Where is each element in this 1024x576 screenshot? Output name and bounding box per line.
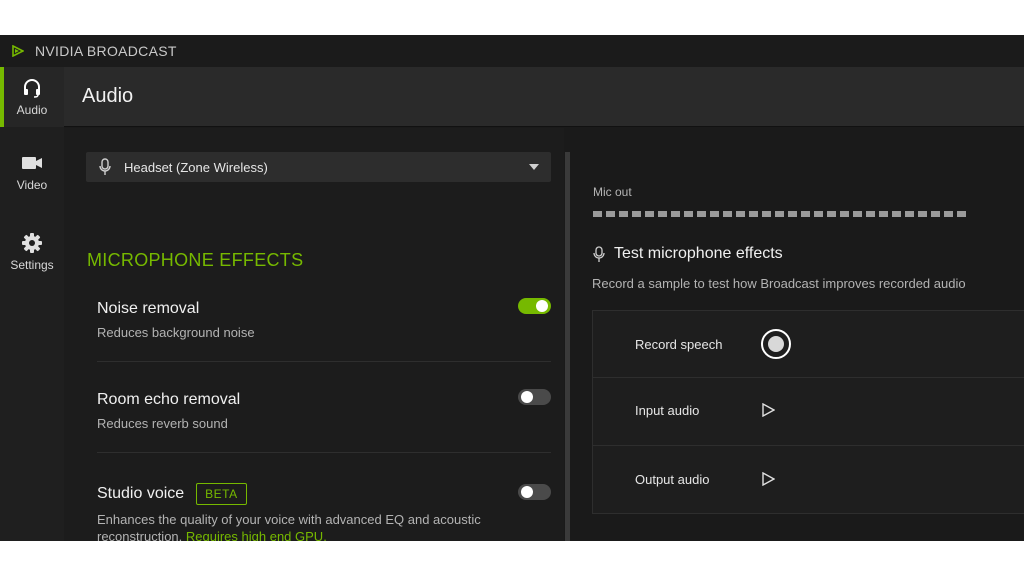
meter-segment <box>814 211 823 217</box>
gear-icon <box>22 233 42 253</box>
effect-description: Reduces background noise <box>97 325 255 340</box>
app-title: NVIDIA BROADCAST <box>35 43 177 59</box>
sidebar-item-settings[interactable]: Settings <box>0 222 64 282</box>
meter-segment <box>931 211 940 217</box>
meter-segment <box>944 211 953 217</box>
meter-segment <box>697 211 706 217</box>
meter-segment <box>879 211 888 217</box>
meter-segment <box>710 211 719 217</box>
meter-segment <box>671 211 680 217</box>
divider <box>97 452 551 453</box>
record-speech-row: Record speech <box>593 311 1024 377</box>
effect-description: Reduces reverb sound <box>97 416 228 431</box>
play-icon[interactable] <box>761 472 775 486</box>
meter-segment <box>853 211 862 217</box>
meter-segment <box>723 211 732 217</box>
test-title: Test microphone effects <box>614 245 783 262</box>
beta-badge: BETA <box>196 483 247 505</box>
toggle-knob <box>521 391 533 403</box>
meter-segment <box>827 211 836 217</box>
effect-title: Noise removal <box>97 300 200 317</box>
meter-segment <box>775 211 784 217</box>
test-panel: Mic out Test microphone effects Record a… <box>570 128 1024 541</box>
play-icon[interactable] <box>761 403 775 417</box>
microphone-icon <box>593 245 605 262</box>
divider <box>97 361 551 362</box>
effect-title: Room echo removal <box>97 391 241 408</box>
effect-noise-removal: Noise removal Reduces background noise <box>97 300 551 341</box>
test-controls: Record speech Input audio Output audio <box>592 310 1024 514</box>
meter-segment <box>645 211 654 217</box>
output-audio-row: Output audio <box>593 446 1024 512</box>
meter-segment <box>957 211 966 217</box>
meter-segment <box>684 211 693 217</box>
sidebar-item-audio[interactable]: Audio <box>0 67 64 127</box>
record-icon <box>768 336 784 352</box>
sidebar: Audio Video Settings <box>0 67 64 541</box>
meter-segment <box>840 211 849 217</box>
meter-segment <box>801 211 810 217</box>
meter-segment <box>749 211 758 217</box>
sidebar-item-label: Settings <box>10 258 54 272</box>
toggle-knob <box>521 486 533 498</box>
meter-segment <box>736 211 745 217</box>
input-audio-row: Input audio <box>593 377 1024 443</box>
studio-voice-toggle[interactable] <box>518 484 551 500</box>
effect-room-echo-removal: Room echo removal Reduces reverb sound <box>97 391 551 432</box>
nvidia-logo-icon <box>12 45 24 57</box>
effect-title: Studio voice <box>97 485 185 502</box>
meter-segment <box>606 211 615 217</box>
app-window: NVIDIA BROADCAST Audio Video Settings Au… <box>0 35 1024 541</box>
room-echo-removal-toggle[interactable] <box>518 389 551 405</box>
chevron-down-icon <box>529 164 539 170</box>
meter-segment <box>632 211 641 217</box>
meter-segment <box>762 211 771 217</box>
row-label: Output audio <box>635 471 710 487</box>
test-description: Record a sample to test how Broadcast im… <box>592 276 966 291</box>
device-selected-value: Headset (Zone Wireless) <box>124 159 268 175</box>
video-camera-icon <box>22 157 42 169</box>
title-bar: NVIDIA BROADCAST <box>0 35 1024 67</box>
noise-removal-toggle[interactable] <box>518 298 551 314</box>
meter-segment <box>593 211 602 217</box>
page-title: Audio <box>82 85 134 107</box>
effect-description: Enhances the quality of your voice with … <box>97 511 487 541</box>
mic-out-label: Mic out <box>593 185 632 199</box>
meter-segment <box>619 211 628 217</box>
meter-segment <box>892 211 901 217</box>
effect-studio-voice: Studio voice BETA Enhances the quality o… <box>97 483 551 541</box>
meter-segment <box>866 211 875 217</box>
meter-segment <box>788 211 797 217</box>
toggle-knob <box>536 300 548 312</box>
mic-level-meter <box>593 211 966 217</box>
gpu-requirement-note: Requires high end GPU. <box>185 529 327 541</box>
headset-icon <box>24 79 40 98</box>
sidebar-item-label: Video <box>16 178 48 192</box>
test-title-row: Test microphone effects <box>593 245 783 263</box>
effect-title-row: Studio voice BETA <box>97 483 551 505</box>
row-label: Input audio <box>635 402 700 418</box>
meter-segment <box>905 211 914 217</box>
meter-segment <box>658 211 667 217</box>
row-label: Record speech <box>635 336 723 352</box>
record-button[interactable] <box>761 329 791 359</box>
effects-panel: Headset (Zone Wireless) MICROPHONE EFFEC… <box>64 128 564 541</box>
sidebar-item-video[interactable]: Video <box>0 142 64 202</box>
microphone-icon <box>99 158 111 175</box>
section-heading: MICROPHONE EFFECTS <box>87 250 304 270</box>
page-header: Audio <box>64 67 1024 127</box>
device-dropdown[interactable]: Headset (Zone Wireless) <box>86 152 551 182</box>
sidebar-item-label: Audio <box>16 103 48 117</box>
meter-segment <box>918 211 927 217</box>
